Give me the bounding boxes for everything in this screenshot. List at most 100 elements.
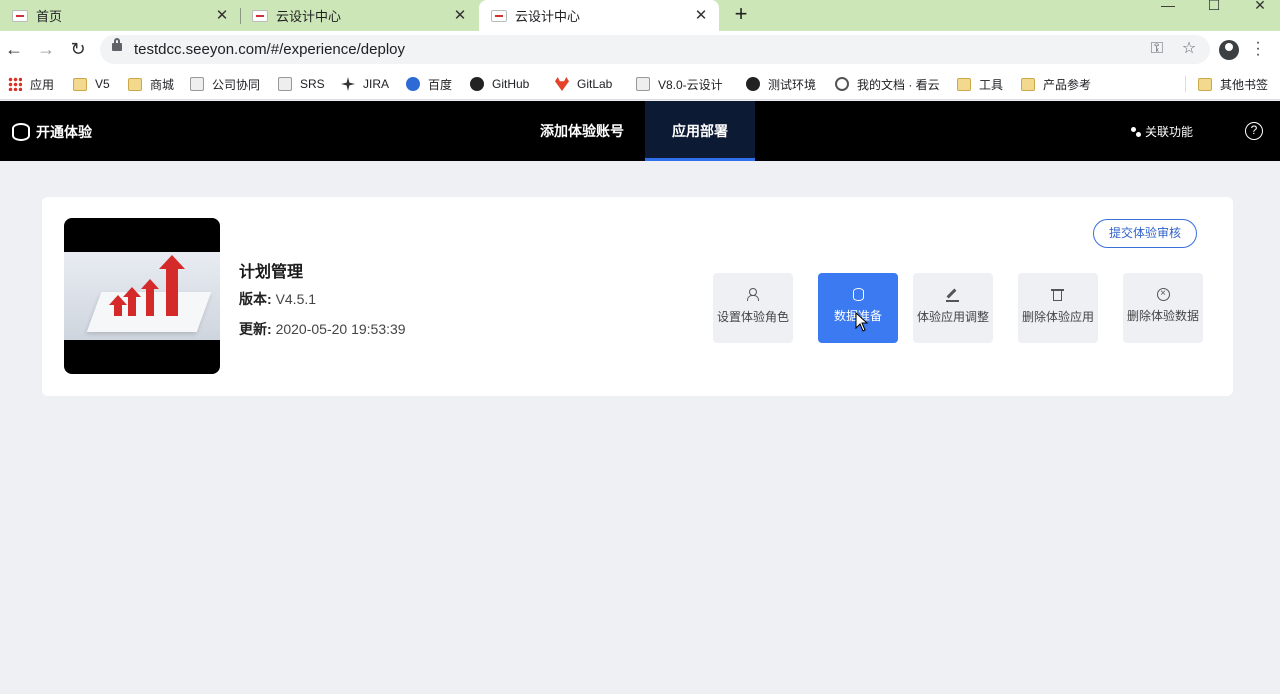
baidu-paw-icon <box>406 77 420 91</box>
nav-add-account[interactable]: 添加体验账号 <box>528 101 636 161</box>
browser-tab[interactable]: 云设计中心 ✕ <box>240 0 478 31</box>
bookmark-tools[interactable]: 工具 <box>957 75 1003 93</box>
gitlab-icon <box>555 77 569 91</box>
brand[interactable]: 开通体验 <box>12 122 92 142</box>
address-bar[interactable]: testdcc.seeyon.com/#/experience/deploy ⚿… <box>100 35 1210 64</box>
trash-icon <box>1051 288 1065 302</box>
bookmark-label: 百度 <box>428 77 453 92</box>
action-label: 体验应用调整 <box>916 310 989 324</box>
set-roles-button[interactable]: 设置体验角色 <box>713 273 793 343</box>
bookmark-test-env[interactable]: 测试环境 <box>746 75 816 93</box>
folder-icon <box>957 77 971 91</box>
related-features-link[interactable]: 关联功能 <box>1131 123 1193 140</box>
bookmarks-bar: 应用 V5 商城 公司协同 SRS JIRA 百度 GitHub GitLab … <box>0 68 1280 100</box>
bookmark-github[interactable]: GitHub <box>470 75 529 93</box>
version-label: 版本: <box>239 291 272 307</box>
bookmark-label: 工具 <box>979 77 1004 92</box>
folder-icon <box>1021 77 1035 91</box>
bookmark-label: 商城 <box>150 77 175 92</box>
star-icon[interactable]: ☆ <box>1180 40 1198 58</box>
bookmark-label: V5 <box>95 77 110 91</box>
bookmark-v8[interactable]: V8.0-云设计 <box>636 75 723 93</box>
reload-icon[interactable]: ↻ <box>66 37 90 61</box>
globe-icon <box>746 77 760 91</box>
minimize-icon[interactable]: — <box>1148 0 1188 12</box>
bookmark-label: 测试环境 <box>768 77 817 92</box>
lock-icon <box>112 38 122 51</box>
bookmark-company[interactable]: 公司协同 <box>190 75 260 93</box>
bookmark-v5[interactable]: V5 <box>73 75 110 93</box>
up-arrow-graphic <box>159 255 185 316</box>
bookmark-label: SRS <box>300 77 325 91</box>
browser-menu-icon[interactable]: · · · <box>1252 35 1264 63</box>
tab-title: 云设计中心 <box>515 9 581 24</box>
nav-app-deploy[interactable]: 应用部署 <box>645 101 755 161</box>
window-close-icon[interactable]: ✕ <box>1240 0 1280 12</box>
database-icon <box>852 288 864 301</box>
profile-avatar-icon[interactable] <box>1219 40 1239 60</box>
bookmark-label: 应用 <box>30 77 55 92</box>
srs-logo-icon <box>278 77 292 91</box>
bookmark-mall[interactable]: 商城 <box>128 75 174 93</box>
action-label: 删除体验应用 <box>1021 310 1094 324</box>
bookmark-label: 其他书签 <box>1220 77 1269 92</box>
bookmark-label: GitLab <box>577 77 613 91</box>
bookmark-divider <box>1185 76 1186 92</box>
delete-data-button[interactable]: × 删除体验数据 <box>1123 273 1203 343</box>
up-arrow-graphic <box>123 287 141 316</box>
app-name: 计划管理 <box>239 264 304 281</box>
bookmark-jira[interactable]: JIRA <box>341 75 389 93</box>
data-prep-button[interactable]: 数据准备 <box>818 273 898 343</box>
url-text[interactable]: testdcc.seeyon.com/#/experience/deploy <box>134 41 405 58</box>
browser-tabstrip: 首页 ✕ 云设计中心 ✕ 云设计中心 ✕ + — ☐ ✕ <box>0 0 1280 31</box>
forward-arrow-icon[interactable]: → <box>34 37 58 61</box>
close-icon[interactable]: ✕ <box>214 7 230 24</box>
bookmark-label: 产品参考 <box>1043 77 1092 92</box>
growth-chart-image <box>64 252 220 340</box>
mouse-cursor-icon <box>855 312 869 332</box>
delete-app-button[interactable]: 删除体验应用 <box>1018 273 1098 343</box>
bookmark-other[interactable]: 其他书签 <box>1198 75 1268 93</box>
up-arrow-graphic <box>109 295 127 316</box>
updated-value: 2020-05-20 19:53:39 <box>275 321 406 337</box>
action-label: 删除体验数据 <box>1126 309 1199 323</box>
maximize-icon[interactable]: ☐ <box>1194 0 1234 12</box>
user-settings-icon <box>746 288 760 302</box>
bookmark-label: GitHub <box>492 77 530 91</box>
bookmark-reference[interactable]: 产品参考 <box>1021 75 1091 93</box>
app-card: 计划管理 版本: V4.5.1 更新: 2020-05-20 19:53:39 … <box>42 197 1233 396</box>
adjust-app-button[interactable]: 体验应用调整 <box>913 273 993 343</box>
site-favicon-icon <box>12 9 28 22</box>
folder-icon <box>1198 77 1212 91</box>
browser-tab-active[interactable]: 云设计中心 ✕ <box>479 0 719 31</box>
bookmark-kancloud[interactable]: 我的文档 · 看云 <box>835 75 940 93</box>
bookmark-label: 我的文档 · 看云 <box>857 77 940 92</box>
bookmark-label: 公司协同 <box>212 77 261 92</box>
cloud-icon <box>835 77 849 91</box>
help-icon[interactable]: ? <box>1245 122 1263 140</box>
new-tab-button[interactable]: + <box>730 3 752 26</box>
tab-title: 首页 <box>36 9 63 24</box>
site-favicon-icon <box>491 9 507 22</box>
site-favicon-icon <box>252 9 268 22</box>
submit-review-button[interactable]: 提交体验审核 <box>1093 219 1197 248</box>
bookmark-baidu[interactable]: 百度 <box>406 75 452 93</box>
bookmark-srs[interactable]: SRS <box>278 75 325 93</box>
back-arrow-icon[interactable]: ← <box>2 37 26 61</box>
related-features-label: 关联功能 <box>1145 125 1194 139</box>
close-icon[interactable]: ✕ <box>452 7 468 24</box>
bookmark-apps[interactable]: 应用 <box>8 75 54 93</box>
link-nodes-icon <box>1131 126 1141 137</box>
folder-icon <box>73 77 87 91</box>
key-icon[interactable]: ⚿ <box>1148 40 1166 58</box>
x-circle-icon: × <box>1156 288 1170 301</box>
action-label: 设置体验角色 <box>716 310 789 324</box>
github-icon <box>470 77 484 91</box>
close-icon[interactable]: ✕ <box>693 7 709 24</box>
app-header: 开通体验 添加体验账号 应用部署 关联功能 ? <box>0 101 1280 161</box>
up-arrow-graphic <box>141 279 159 316</box>
tab-title: 云设计中心 <box>276 9 342 24</box>
bookmark-gitlab[interactable]: GitLab <box>555 75 612 93</box>
edit-icon <box>946 288 960 302</box>
browser-tab[interactable]: 首页 ✕ <box>0 0 240 31</box>
